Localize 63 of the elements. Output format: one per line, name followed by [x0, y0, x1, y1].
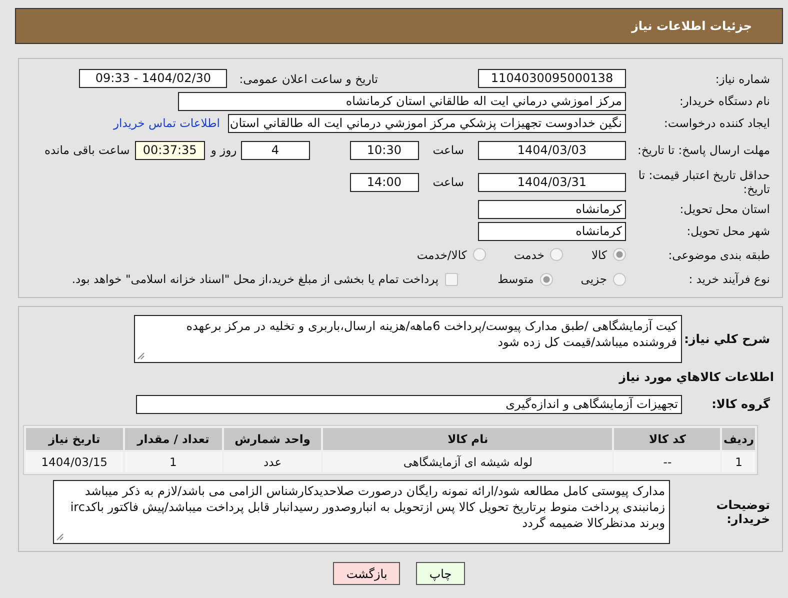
field-label: شماره نیاز:	[714, 72, 771, 86]
resize-grip-icon[interactable]	[56, 533, 64, 541]
column-header: نام کالا	[323, 428, 612, 450]
column-header: واحد شمارش	[224, 428, 322, 450]
column-header: تاریخ نیاز	[26, 428, 123, 450]
column-header: کد کالا	[614, 428, 720, 450]
radio-button[interactable]	[472, 248, 486, 261]
validity-time-field: 14:00	[350, 172, 419, 192]
field-label: استان محل تحویل:	[678, 202, 771, 216]
checkbox[interactable]	[444, 272, 458, 286]
column-header: ردیف	[722, 428, 755, 450]
radio-label: کالا	[591, 248, 607, 262]
radio-button[interactable]	[613, 248, 626, 261]
need-number-field: 1104030095000138	[478, 69, 626, 88]
requester-field: نگين خدادوست تجهيزات پزشکي مرکز اموزشي درماني ايت اله طالقاني استان	[228, 114, 626, 132]
resize-grip-icon[interactable]	[137, 352, 145, 360]
province-field: کرمانشاه	[478, 200, 626, 218]
table-cell: 1	[124, 452, 222, 472]
field-label: توضیحات خریدار:	[715, 498, 771, 526]
buyer-org-field: مرکز اموزشي درماني ايت اله طالقاني استان کرمانشاه	[178, 92, 626, 110]
remaining-time-field: 00:37:35	[134, 140, 205, 160]
radio-label: متوسط	[498, 272, 534, 286]
table-cell: 1	[722, 452, 755, 472]
field-label: شرح كلي نياز:	[683, 332, 771, 346]
time-label: ساعت	[432, 143, 464, 157]
field-label: نام دستگاه خریدار:	[678, 94, 771, 108]
field-label: گروه كالا:	[710, 397, 771, 411]
days-field: 4	[240, 140, 310, 160]
deadline-time-field: 10:30	[350, 140, 419, 160]
field-label: طبقه بندی موضوعی:	[667, 248, 771, 262]
city-field: کرمانشاه	[478, 222, 626, 240]
field-label: نوع فرآیند خرید :	[688, 272, 771, 286]
table-cell: --	[614, 452, 720, 472]
radio-button[interactable]	[540, 272, 553, 286]
field-label: مهلت ارسال پاسخ: تا تاریخ:	[636, 143, 771, 157]
section-title: اطلاعات كالاهاي مورد نياز	[619, 370, 774, 384]
announce-date-field: 1404/02/30 - 09:33	[79, 69, 228, 88]
field-label: شهر محل تحویل:	[686, 224, 771, 238]
radio-button[interactable]	[550, 248, 564, 261]
print-button[interactable]: چاپ	[416, 562, 465, 585]
field-label: حداقل تاریخ اعتبار قیمت: تا تاریخ:	[637, 168, 771, 196]
header-title: جزئیات اطلاعات نیاز	[631, 19, 752, 33]
field-label: ایجاد کننده درخواست:	[663, 116, 771, 130]
buyer-notes-textarea[interactable]: مدارک پیوستی کامل مطالعه شود/ارائه نمونه رایگان درصورت صلاحدیدکارشناس الزامی می باشد/لازم به ذکر میباشد زمانبندی پرداخت منوط برتاریخ تحویل کالا پس ازتحویل به انباروصدور رسیدانبار قابل پرداخت میباشد/پیش فاکتور باکدirc وبرند مدنظرکالا ضمیمه گردد	[53, 480, 670, 544]
buyer-contact-link[interactable]: اطلاعات تماس خریدار	[113, 116, 220, 130]
checkbox-label: پرداخت تمام یا بخشی از مبلغ خرید،از محل "اسناد خزانه اسلامی" خواهد بود.	[72, 272, 439, 286]
column-header: تعداد / مقدار	[124, 428, 222, 450]
radio-label: کالا/خدمت	[416, 248, 467, 262]
radio-button[interactable]	[613, 272, 626, 286]
radio-label: خدمت	[514, 248, 544, 262]
validity-date-field: 1404/03/31	[478, 172, 626, 192]
table-cell: عدد	[224, 452, 322, 472]
goods-group-field: تجهیزات آزمایشگاهی و اندازه‌گیری	[136, 394, 682, 414]
deadline-date-field: 1404/03/03	[478, 140, 626, 160]
table-cell: 1404/03/15	[26, 452, 123, 472]
field-label: تاریخ و ساعت اعلان عمومی:	[239, 72, 378, 86]
days-label: روز و	[210, 143, 237, 157]
table-cell: لوله شیشه ای آزمایشگاهی	[323, 452, 612, 472]
radio-label: جزیی	[580, 272, 607, 286]
time-label: ساعت	[432, 175, 464, 189]
remaining-label: ساعت باقی مانده	[44, 143, 130, 157]
back-button[interactable]: بازگشت	[333, 562, 400, 585]
description-textarea[interactable]: کیت آزمایشگاهی /طبق مدارک پیوست/پرداخت 6ماهه/هزینه ارسال،باربری و تخلیه در مرکز برعهده فروشنده میباشد/قیمت کل زده شود	[134, 315, 682, 363]
